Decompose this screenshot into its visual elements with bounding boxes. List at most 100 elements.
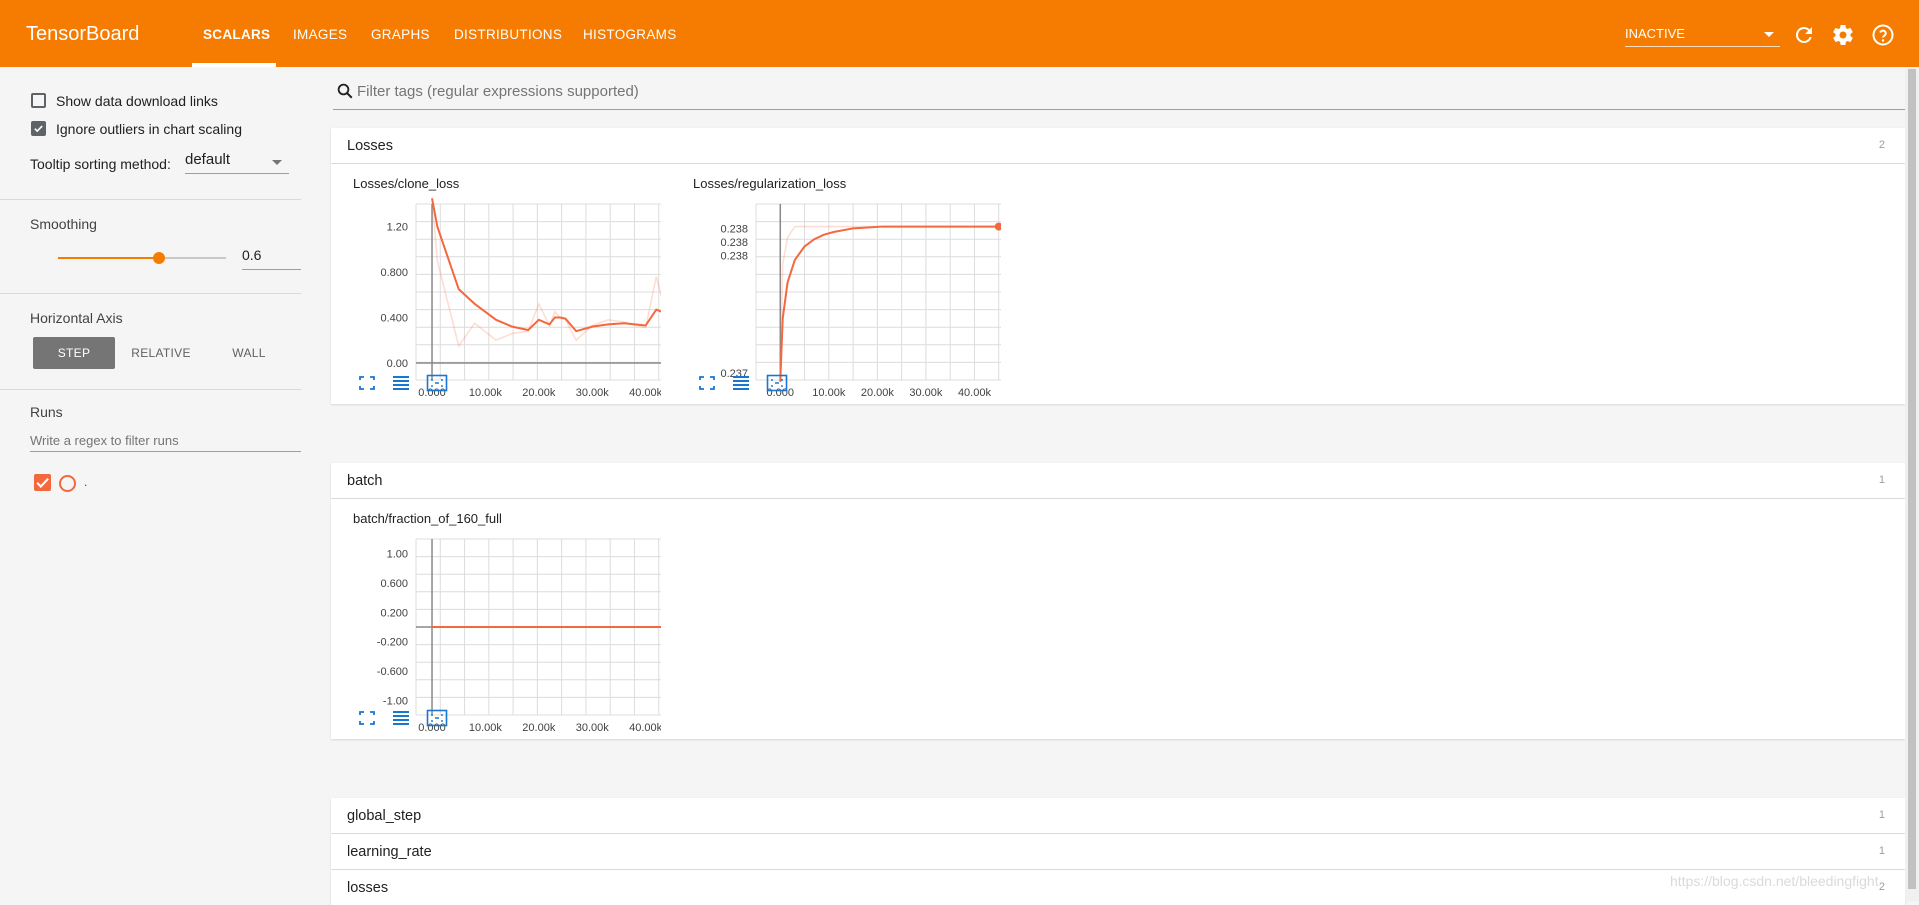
x-tick-label: 20.00k	[522, 387, 556, 399]
category-header-losses[interactable]: Losses 2	[331, 128, 1905, 163]
tick-labels: 0.000 10.00k 20.00k 30.00k 40.00k0.2380.2380…	[720, 223, 991, 399]
smoothing-value: 0.6	[242, 247, 262, 263]
x-tick-label: 20.00k	[861, 387, 895, 399]
top-app-bar: TensorBoard SCALARS IMAGES GRAPHS DISTRI…	[0, 0, 1919, 67]
show-download-checkbox[interactable]	[31, 93, 46, 108]
category-name: losses	[347, 880, 389, 896]
axis-option-step[interactable]: STEP	[33, 337, 115, 369]
fullscreen-icon[interactable]	[357, 374, 377, 392]
x-tick-label: 30.00k	[576, 722, 610, 734]
category-name: learning_rate	[347, 844, 432, 860]
tooltip-sorting-value: default	[185, 151, 231, 168]
y-tick-label: 0.238	[720, 250, 748, 262]
y-tick-label: 0.238	[720, 223, 748, 235]
category-name: batch	[347, 473, 383, 489]
axis-option-relative[interactable]: RELATIVE	[120, 337, 202, 369]
x-tick-label: 30.00k	[576, 387, 610, 399]
category-header-learning-rate[interactable]: learning_rate 1	[331, 834, 1905, 869]
series-endpoint	[994, 222, 1001, 231]
chart-card: Losses/clone_loss 0.000 10.00k 20.00k 30.00…	[331, 164, 661, 434]
y-tick-label: -1.00	[383, 695, 408, 707]
fit-domain-icon[interactable]	[426, 709, 448, 727]
x-tick-label: 30.00k	[909, 387, 943, 399]
log-scale-icon[interactable]	[391, 374, 411, 392]
run-color-radio[interactable]	[59, 475, 76, 492]
divider	[0, 199, 301, 200]
smoothing-slider-knob[interactable]	[152, 252, 165, 264]
x-tick-label: 20.00k	[522, 722, 556, 734]
tag-filter-input[interactable]	[357, 83, 1857, 100]
category-header-batch[interactable]: batch 1	[331, 463, 1905, 498]
sidebar: Show data download links Ignore outliers…	[0, 67, 330, 901]
tag-filter[interactable]	[333, 79, 1905, 110]
ignore-outliers-checkbox[interactable]	[31, 121, 46, 136]
y-tick-label: 1.20	[387, 222, 408, 234]
category-body-losses: Losses/clone_loss 0.000 10.00k 20.00k 30.00…	[331, 164, 1905, 404]
series-line	[779, 225, 999, 382]
divider	[0, 389, 301, 390]
raw-series-line	[779, 225, 999, 382]
x-tick-label: 40.00k	[629, 387, 661, 399]
category-count: 1	[1878, 845, 1885, 857]
smoothing-slider-fill	[58, 257, 159, 259]
tooltip-sorting-dropdown[interactable]: default	[185, 151, 289, 174]
y-tick-label: 0.400	[380, 313, 408, 325]
chevron-down-icon	[1764, 32, 1774, 37]
y-tick-label: 1.00	[387, 549, 408, 561]
smoothing-input[interactable]: 0.6	[242, 247, 301, 270]
tab-distributions[interactable]: DISTRIBUTIONS	[454, 27, 562, 42]
run-checkbox[interactable]	[34, 474, 51, 491]
fullscreen-icon[interactable]	[697, 374, 717, 392]
x-tick-label: 40.00k	[629, 722, 661, 734]
chart-grid	[415, 203, 661, 381]
x-tick-label: 10.00k	[812, 387, 846, 399]
y-tick-label: 0.00	[387, 358, 408, 370]
app-title: TensorBoard	[26, 23, 140, 45]
category-name: global_step	[347, 808, 422, 824]
tab-scalars[interactable]: SCALARS	[203, 27, 270, 42]
category-name: Losses	[347, 138, 393, 154]
runs-filter-input[interactable]	[30, 429, 301, 452]
y-tick-label: 0.800	[380, 267, 408, 279]
tab-graphs[interactable]: GRAPHS	[371, 27, 430, 42]
scrollbar[interactable]	[1905, 67, 1919, 901]
scrollbar-thumb[interactable]	[1908, 69, 1916, 889]
axis-option-wall[interactable]: WALL	[208, 337, 290, 369]
category-body-batch: batch/fraction_of_160_full 0.000 10.00k 20…	[331, 499, 1905, 739]
x-tick-label: 10.00k	[469, 387, 503, 399]
tick-labels: 0.000 10.00k 20.00k 30.00k 40.00k1.000.6000.…	[377, 549, 661, 734]
y-tick-label: 0.600	[380, 578, 408, 590]
fit-domain-icon[interactable]	[766, 374, 788, 392]
runs-heading: Runs	[30, 404, 63, 420]
y-tick-label: 0.200	[380, 607, 408, 619]
x-tick-label: 10.00k	[469, 722, 503, 734]
series-line	[431, 198, 661, 333]
horizontal-axis-heading: Horizontal Axis	[30, 310, 123, 326]
check-icon	[36, 477, 49, 488]
tick-labels: 0.000 10.00k 20.00k 30.00k 40.00k1.200.8000.…	[380, 222, 661, 399]
chart-card: Losses/regularization_loss 0.000 10.00k 20…	[671, 164, 1001, 434]
check-icon	[34, 125, 43, 133]
search-icon	[337, 83, 353, 99]
y-tick-label: -0.600	[377, 666, 408, 678]
category-header-global-step[interactable]: global_step 1	[331, 798, 1905, 833]
run-status-dropdown[interactable]: INACTIVE	[1625, 22, 1780, 47]
category-header-losses-lower[interactable]: losses 2	[331, 870, 1905, 905]
help-icon[interactable]	[1871, 23, 1895, 47]
smoothing-slider[interactable]	[58, 252, 226, 264]
tab-images[interactable]: IMAGES	[293, 27, 347, 42]
log-scale-icon[interactable]	[731, 374, 751, 392]
settings-icon[interactable]	[1831, 23, 1855, 47]
category-count: 1	[1878, 809, 1885, 821]
chart-title: batch/fraction_of_160_full	[353, 511, 502, 526]
tab-histograms[interactable]: HISTOGRAMS	[583, 27, 677, 42]
chevron-down-icon	[272, 160, 282, 165]
tooltip-sorting-label: Tooltip sorting method:	[30, 156, 171, 172]
category-count: 2	[1878, 881, 1885, 893]
log-scale-icon[interactable]	[391, 709, 411, 727]
refresh-icon[interactable]	[1792, 23, 1816, 47]
x-tick-label: 40.00k	[958, 387, 992, 399]
chart-title: Losses/clone_loss	[353, 176, 460, 191]
fit-domain-icon[interactable]	[426, 374, 448, 392]
fullscreen-icon[interactable]	[357, 709, 377, 727]
